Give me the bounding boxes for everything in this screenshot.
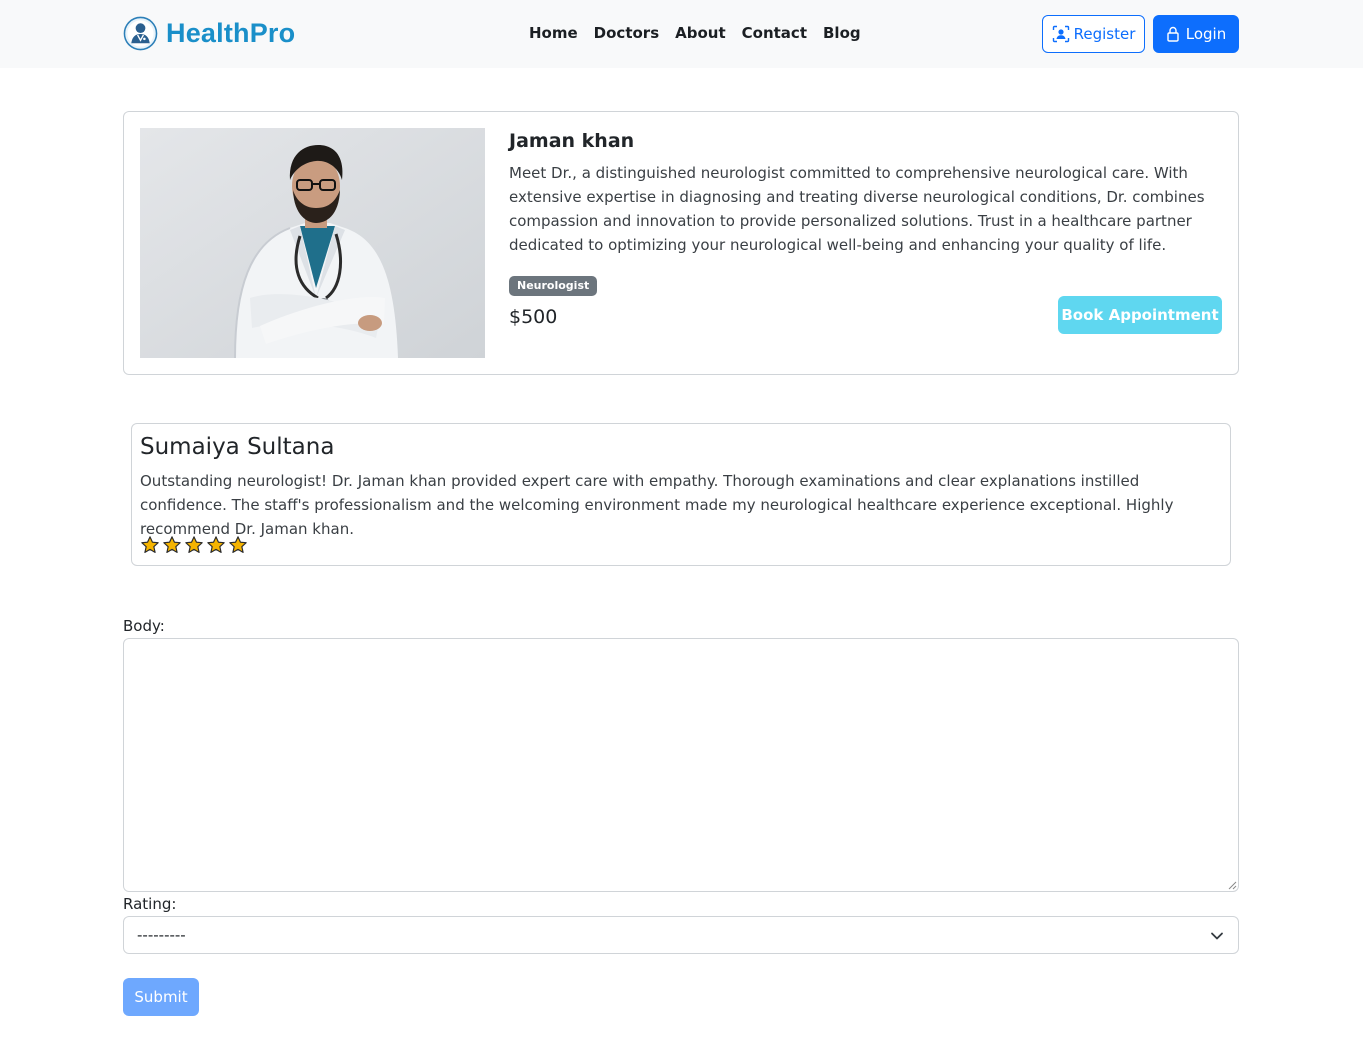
doctor-card: Jaman khan Meet Dr., a distinguished neu… [123, 111, 1239, 375]
brand-link[interactable]: HealthPro [123, 16, 295, 51]
submit-button[interactable]: Submit [123, 978, 199, 1016]
register-button[interactable]: Register [1042, 15, 1145, 53]
star-icon [185, 536, 203, 553]
nav-links: Home Doctors About Contact Blog [521, 24, 869, 42]
chevron-down-icon [1211, 932, 1223, 940]
person-badge-icon [1052, 25, 1069, 43]
body-textarea[interactable] [123, 638, 1239, 892]
navbar: HealthPro Home Doctors About Contact Blo… [0, 0, 1363, 68]
nav-link-about[interactable]: About [667, 24, 734, 42]
reviewer-name: Sumaiya Sultana [140, 434, 335, 460]
nav-link-home[interactable]: Home [521, 24, 586, 42]
doctor-fee: $500 [509, 306, 558, 328]
star-icon [229, 536, 247, 553]
star-icon [207, 536, 225, 553]
doctor-name: Jaman khan [509, 130, 635, 152]
review-body: Outstanding neurologist! Dr. Jaman khan … [140, 472, 1174, 538]
review-rating-stars [140, 535, 248, 555]
lock-icon [1167, 26, 1179, 42]
review-card: Sumaiya Sultana Outstanding neurologist!… [131, 423, 1231, 566]
login-button[interactable]: Login [1153, 15, 1239, 53]
doctor-bio: Meet Dr., a distinguished neurologist co… [509, 164, 1205, 254]
doctor-avatar-icon [123, 16, 158, 51]
resize-handle-icon[interactable] [1227, 880, 1237, 890]
star-icon [163, 536, 181, 553]
specialty-badge: Neurologist [509, 276, 598, 296]
rating-selected-value: --------- [137, 926, 186, 944]
doctor-portrait-illustration [140, 128, 485, 358]
register-label: Register [1073, 25, 1136, 43]
book-appointment-button[interactable]: Book Appointment [1058, 296, 1222, 334]
body-label: Body: [123, 617, 165, 635]
rating-label: Rating: [123, 895, 177, 913]
doctor-photo [140, 128, 485, 358]
rating-select[interactable]: --------- [123, 916, 1239, 954]
nav-link-contact[interactable]: Contact [734, 24, 815, 42]
nav-link-blog[interactable]: Blog [815, 24, 869, 42]
login-label: Login [1185, 25, 1227, 43]
star-icon [141, 536, 159, 553]
nav-link-doctors[interactable]: Doctors [586, 24, 667, 42]
brand-name: HealthPro [166, 18, 296, 48]
